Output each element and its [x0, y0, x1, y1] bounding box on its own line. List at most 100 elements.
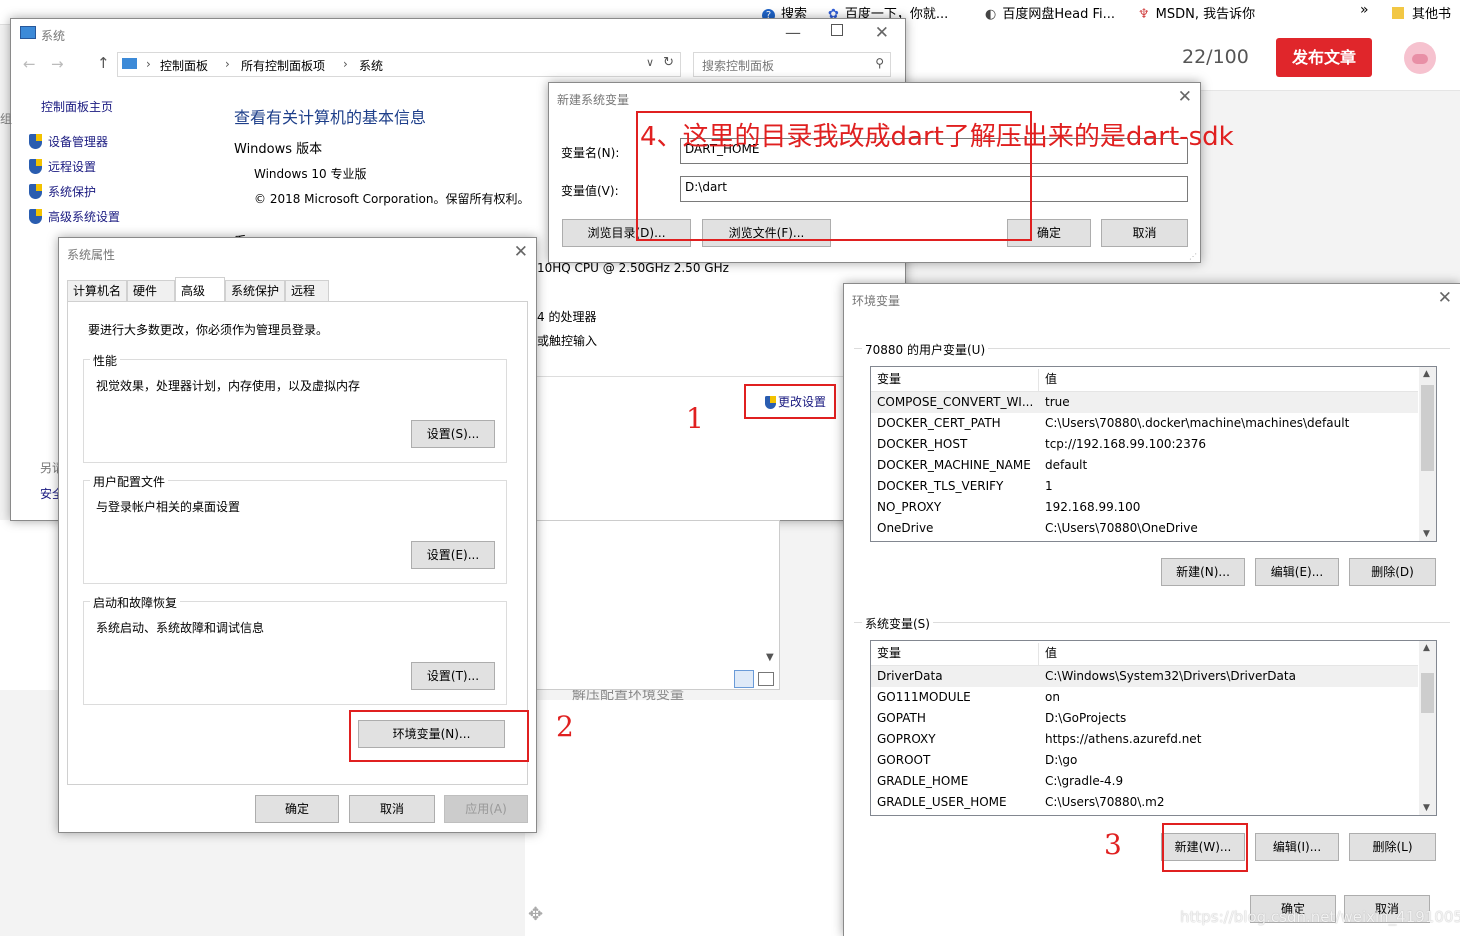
scroll-thumb[interactable]	[1421, 673, 1434, 713]
profile-settings-button[interactable]: 设置(E)...	[411, 541, 495, 569]
shield-icon	[29, 184, 42, 199]
sidebar-home[interactable]: 控制面板主页	[41, 98, 113, 115]
column-divider	[1038, 643, 1039, 665]
column-value[interactable]: 值	[1045, 369, 1057, 390]
view-large-icon[interactable]	[758, 672, 774, 686]
view-details-icon[interactable]	[734, 670, 754, 688]
close-icon[interactable]: ✕	[514, 242, 528, 262]
cancel-button[interactable]: 取消	[349, 795, 435, 823]
table-row[interactable]: DOCKER_TLS_VERIFY 1	[871, 476, 1418, 497]
bookmark-msdn[interactable]: ♆ MSDN, 我告诉你	[1138, 3, 1255, 22]
table-row[interactable]: NO_PROXY 192.168.99.100	[871, 497, 1418, 518]
breadcrumb-system[interactable]: 系统	[359, 57, 383, 74]
startup-settings-button[interactable]: 设置(T)...	[411, 662, 495, 690]
new-variable-title: 新建系统变量	[557, 93, 630, 107]
up-icon[interactable]: ↑	[97, 54, 110, 72]
tab-computer-name[interactable]: 计算机名	[67, 280, 127, 301]
pig-face-icon	[1412, 54, 1428, 64]
table-row[interactable]: DriverData C:\Windows\System32\Drivers\Dr…	[871, 666, 1418, 687]
table-row[interactable]: GOROOT D:\go	[871, 750, 1418, 771]
scrollbar-down-icon[interactable]: ▼	[766, 652, 774, 663]
user-edit-button[interactable]: 编辑(E)...	[1255, 558, 1339, 586]
move-icon[interactable]: ✥	[528, 904, 543, 925]
resize-grip-icon[interactable]: ⋰	[1189, 252, 1197, 261]
breadcrumb-sep-icon: ›	[343, 57, 348, 71]
search-icon[interactable]: ⚲	[875, 56, 884, 70]
table-row[interactable]: COMPOSE_CONVERT_WI... true	[871, 392, 1418, 413]
list-header: 变量 值	[871, 369, 1418, 392]
breadcrumb-sep-icon: ›	[225, 57, 230, 71]
refresh-icon[interactable]: ↻	[663, 55, 674, 70]
tab-advanced[interactable]: 高级	[175, 277, 225, 302]
avatar[interactable]	[1404, 42, 1436, 74]
column-value[interactable]: 值	[1045, 643, 1057, 664]
bookmark-baidu-pan[interactable]: ◐ 百度网盘Head Fi...	[985, 3, 1115, 22]
table-row[interactable]: GOPATH D:\GoProjects	[871, 708, 1418, 729]
tab-system-protection[interactable]: 系统保护	[225, 280, 285, 301]
sidebar-item-advanced[interactable]: 高级系统设置	[29, 208, 120, 225]
table-row[interactable]: GRADLE_HOME C:\gradle-4.9	[871, 771, 1418, 792]
search-input[interactable]: 搜索控制面板	[702, 57, 774, 74]
forward-icon[interactable]: →	[51, 55, 64, 73]
msdn-icon: ♆	[1138, 7, 1150, 22]
white-background-panel	[0, 520, 60, 690]
table-row[interactable]: GOPROXY https://athens.azurefd.net	[871, 729, 1418, 750]
sidebar-item-protection[interactable]: 系统保护	[29, 183, 96, 200]
annotation-box-3	[1162, 823, 1248, 872]
address-bar[interactable]: › 控制面板 › 所有控制面板项 › 系统 ∨ ↻	[117, 52, 681, 77]
close-icon[interactable]: ✕	[1438, 288, 1452, 308]
system-list-scrollbar[interactable]: ▲ ▼	[1419, 641, 1436, 815]
system-titlebar: 系统 — ✕	[11, 19, 905, 49]
column-variable[interactable]: 变量	[877, 643, 1037, 664]
scroll-down-icon[interactable]: ▼	[1423, 529, 1430, 539]
system-variables-list[interactable]: 变量 值 DriverData C:\Windows\System32\Drive…	[870, 640, 1437, 816]
user-new-button[interactable]: 新建(N)...	[1161, 558, 1245, 586]
word-count: 22/100	[1182, 46, 1249, 68]
scroll-down-icon[interactable]: ▼	[1423, 803, 1430, 813]
scroll-up-icon[interactable]: ▲	[1423, 369, 1430, 379]
scroll-thumb[interactable]	[1421, 385, 1434, 471]
user-delete-button[interactable]: 删除(D)	[1349, 558, 1436, 586]
tab-remote[interactable]: 远程	[285, 280, 329, 301]
system-variables-label: 系统变量(S)	[862, 615, 933, 632]
page-heading: 查看有关计算机的基本信息	[234, 108, 427, 127]
breadcrumb-control-panel[interactable]: 控制面板	[160, 57, 208, 74]
scroll-up-icon[interactable]: ▲	[1423, 643, 1430, 653]
table-row[interactable]: DOCKER_HOST tcp://192.168.99.100:2376	[871, 434, 1418, 455]
bookmark-overflow[interactable]: »	[1360, 2, 1369, 18]
user-variables-list[interactable]: 变量 值 COMPOSE_CONVERT_WI... true DOCKER_CE…	[870, 366, 1437, 542]
chevron-down-icon[interactable]: ∨	[646, 56, 654, 69]
ok-button[interactable]: 确定	[255, 795, 339, 823]
close-icon[interactable]: ✕	[875, 23, 889, 43]
publish-button[interactable]: 发布文章	[1276, 38, 1372, 77]
table-row[interactable]: GO111MODULE on	[871, 687, 1418, 708]
search-box[interactable]: 搜索控制面板 ⚲	[693, 52, 891, 77]
annotation-2: 2	[556, 710, 574, 743]
breadcrumb-all-items[interactable]: 所有控制面板项	[241, 57, 325, 74]
annotation-box-1	[744, 384, 836, 419]
table-row[interactable]: GRADLE_USER_HOME C:\Users\70880\.m2	[871, 792, 1418, 813]
close-icon[interactable]: ✕	[1178, 87, 1192, 107]
maximize-icon[interactable]	[831, 24, 843, 36]
table-row[interactable]: OneDrive C:\Users\70880\OneDrive	[871, 518, 1418, 539]
tab-strip: 计算机名 硬件 高级 系统保护 远程	[67, 277, 531, 302]
admin-note: 要进行大多数更改，你必须作为管理员登录。	[88, 323, 329, 337]
sidebar-item-device-manager[interactable]: 设备管理器	[29, 133, 108, 150]
minimize-icon[interactable]: —	[785, 23, 801, 42]
sidebar-item-remote[interactable]: 远程设置	[29, 158, 96, 175]
column-variable[interactable]: 变量	[877, 369, 1037, 390]
apply-button[interactable]: 应用(A)	[444, 795, 528, 823]
user-list-scrollbar[interactable]: ▲ ▼	[1419, 367, 1436, 541]
processor-count: 4 的处理器	[537, 310, 597, 324]
computer-icon	[20, 26, 36, 39]
cancel-button[interactable]: 取消	[1101, 219, 1188, 247]
environment-variables-dialog: 环境变量 ✕ 70880 的用户变量(U) 变量 值 COMPOSE_CONVE…	[843, 283, 1460, 936]
tab-hardware[interactable]: 硬件	[127, 280, 175, 301]
table-row[interactable]: DOCKER_CERT_PATH C:\Users\70880\.docker\m…	[871, 413, 1418, 434]
system-delete-button[interactable]: 删除(L)	[1349, 833, 1436, 861]
performance-settings-button[interactable]: 设置(S)...	[411, 420, 495, 448]
table-row[interactable]: DOCKER_MACHINE_NAME default	[871, 455, 1418, 476]
back-icon[interactable]: ←	[23, 55, 36, 73]
system-edit-button[interactable]: 编辑(I)...	[1255, 833, 1339, 861]
performance-group: 性能 视觉效果，处理器计划，内存使用，以及虚拟内存 设置(S)...	[83, 352, 507, 463]
